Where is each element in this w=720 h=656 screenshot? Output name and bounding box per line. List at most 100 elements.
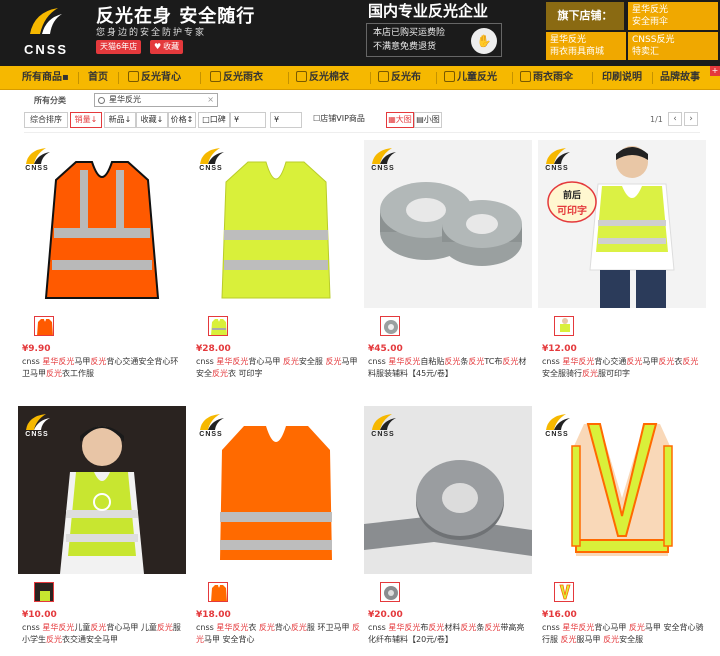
title-highlight: 反光 <box>682 357 699 366</box>
product-thumbnail[interactable] <box>554 582 574 602</box>
product-title[interactable]: cnss 星华反光马甲反光背心交通安全背心环卫马甲反光衣工作服 <box>22 356 186 380</box>
title-highlight: 反光 <box>282 357 299 366</box>
store-link-raincoat[interactable]: 星华反光 雨衣雨具商城 <box>546 32 626 60</box>
coat-icon <box>296 70 307 82</box>
nav-rain-umbrella[interactable]: 雨衣雨伞 <box>520 66 573 90</box>
product-title[interactable]: cnss 星华反光衣 反光背心反光服 环卫马甲 反光马甲 安全背心 <box>196 622 360 646</box>
sort-rating-button[interactable]: □口碑 <box>198 112 230 128</box>
category-nav: 所有商品▪ 首页 反光背心 反光雨衣 反光棉衣 反光布 儿童反光 雨衣雨伞 印刷… <box>0 66 720 90</box>
product-thumbnail[interactable] <box>208 582 228 602</box>
nav-print-guide[interactable]: 印刷说明 <box>602 66 642 90</box>
store-line: 星华反光 <box>550 35 587 45</box>
product-image[interactable]: CNSS <box>18 140 186 308</box>
vip-label: 店铺VIP商品 <box>320 114 365 123</box>
heart-icon: ♥ <box>154 42 162 51</box>
sort-favorites-button[interactable]: 收藏↓ <box>136 112 168 128</box>
product-thumbnail[interactable] <box>380 582 400 602</box>
category-label: 所有分类 <box>34 96 66 105</box>
product-card[interactable]: CNSS ¥20.00 cnss 星华反光布反光材料反光条反光带高亮化纤布辅料【… <box>364 406 532 656</box>
product-card[interactable]: CNSS ¥18.00 cnss 星华反光衣 反光背心反光服 环卫马甲 反光马甲… <box>192 406 360 656</box>
title-highlight: 反光 <box>46 369 62 378</box>
product-image[interactable]: CNSS <box>18 406 186 574</box>
product-image[interactable]: CNSS 前后 可印字 <box>538 140 706 308</box>
product-card[interactable]: CNSS ¥45.00 cnss 星华反光自粘贴反光条反光TC布反光材料服装辅料… <box>364 140 532 390</box>
product-title[interactable]: cnss 星华反光背心马甲 反光安全服 反光马甲 安全反光衣 可印字 <box>196 356 360 380</box>
product-title[interactable]: cnss 星华反光布反光材料反光条反光带高亮化纤布辅料【20元/卷】 <box>368 622 532 646</box>
product-card[interactable]: CNSS ¥28.00 cnss 星华反光背心马甲 反光安全服 反光马甲 安全反… <box>192 140 360 390</box>
sort-default-button[interactable]: 综合排序 <box>24 112 68 128</box>
product-price: ¥45.00 <box>368 344 403 354</box>
nav-cotton-coat[interactable]: 反光棉衣 <box>296 66 349 90</box>
nav-divider <box>288 72 289 84</box>
title-text: TC布 <box>484 357 503 366</box>
nav-all-products[interactable]: 所有商品▪ <box>22 66 69 90</box>
nav-fabric[interactable]: 反光布 <box>378 66 421 90</box>
nav-home[interactable]: 首页 <box>88 66 108 90</box>
small-view-button[interactable]: ▤小图 <box>414 112 442 128</box>
shop-header: CNSS 反光在身 安全随行 您身边的安全防护专家 天猫6年店 ♥ 收藏 国内专业… <box>0 0 720 66</box>
product-thumbnail[interactable] <box>380 316 400 336</box>
product-price: ¥10.00 <box>22 610 57 620</box>
product-thumbnail[interactable] <box>34 582 54 602</box>
shop-subslogan: 您身边的安全防护专家 <box>96 28 207 38</box>
nav-kids[interactable]: 儿童反光 <box>444 66 497 90</box>
prev-page-button[interactable]: ‹ <box>668 112 682 126</box>
close-icon[interactable]: × <box>207 94 214 106</box>
title-highlight: 反光 <box>428 623 445 632</box>
title-highlight: 反光 <box>156 623 173 632</box>
raincoat-icon <box>210 70 221 82</box>
nav-raincoat[interactable]: 反光雨衣 <box>210 66 263 90</box>
product-image[interactable]: CNSS <box>192 140 360 308</box>
product-thumbnail[interactable] <box>554 316 574 336</box>
big-view-button[interactable]: ▦大图 <box>386 112 414 128</box>
shop-logo[interactable]: CNSS <box>16 4 76 60</box>
title-text: 衣 可印字 <box>228 369 263 378</box>
store-link-umbrella[interactable]: 星华反光 安全雨伞 <box>628 2 718 30</box>
category-tag[interactable]: 星华反光 × <box>94 93 218 107</box>
product-thumbnail[interactable] <box>208 316 228 336</box>
product-title[interactable]: cnss 星华反光自粘贴反光条反光TC布反光材料服装辅料【45元/卷】 <box>368 356 532 380</box>
sister-stores: 旗下店铺： 星华反光 安全雨伞 星华反光 雨衣雨具商城 CNSS反光 特卖汇 <box>546 2 720 62</box>
child-vest-image <box>60 426 144 574</box>
product-image[interactable]: CNSS <box>538 406 706 574</box>
product-image[interactable]: CNSS <box>364 406 532 574</box>
plus-icon[interactable]: + <box>710 66 720 76</box>
sort-sales-label: 销量 <box>74 115 91 124</box>
favorite-button[interactable]: ♥ 收藏 <box>150 40 184 54</box>
price-min-input[interactable]: ¥ <box>230 112 266 128</box>
product-card[interactable]: CNSS ¥10.00 cnss 星华反光儿童反光背心马甲 儿童反光服 小学生反… <box>18 406 186 656</box>
title-text: cnss <box>368 357 389 366</box>
product-title[interactable]: cnss 星华反光背心交通反光马甲反光衣反光安全服骑行反光服可印字 <box>542 356 706 380</box>
title-text: 背心 <box>274 623 291 632</box>
mesh-vest-image <box>571 423 673 556</box>
nav-brand-story[interactable]: 品牌故事 <box>660 66 700 90</box>
nav-label: 儿童反光 <box>457 72 497 83</box>
title-highlight: 反光 <box>444 357 461 366</box>
shield-hand-icon: ✋ <box>471 28 497 54</box>
product-image[interactable]: CNSS <box>192 406 360 574</box>
product-card[interactable]: CNSS 前后 可印字 ¥12.00 cnss 星华反光背心交通反光马甲反光衣反… <box>538 140 706 390</box>
product-title[interactable]: cnss 星华反光背心马甲 反光马甲 安全背心骑行服 反光服马甲 反光安全服 <box>542 622 706 646</box>
nav-label: 反光雨衣 <box>223 72 263 83</box>
sort-new-button[interactable]: 新品↓ <box>104 112 136 128</box>
store-link-sale[interactable]: CNSS反光 特卖汇 <box>628 32 718 60</box>
sort-sales-button[interactable]: 销量↓ <box>70 112 102 128</box>
title-highlight: 反光 <box>290 623 307 632</box>
product-card[interactable]: CNSS ¥9.90 cnss 星华反光马甲反光背心交通安全背心环卫马甲反光衣工… <box>18 140 186 390</box>
title-text: 自粘贴 <box>420 357 445 366</box>
vip-filter[interactable]: ☐店铺VIP商品 <box>308 112 370 128</box>
nav-vest[interactable]: 反光背心 <box>128 66 181 90</box>
title-text: cnss <box>368 623 389 632</box>
title-highlight: 反光 <box>212 369 228 378</box>
sort-price-button[interactable]: 价格↕ <box>168 112 196 128</box>
product-image[interactable]: CNSS <box>364 140 532 308</box>
product-card[interactable]: CNSS ¥16.00 cnss 星华反光背心马甲 反光马甲 安全背心骑行服 反… <box>538 406 706 656</box>
product-thumbnail[interactable] <box>34 316 54 336</box>
title-highlight: 反光 <box>325 357 342 366</box>
next-page-button[interactable]: › <box>684 112 698 126</box>
product-price: ¥16.00 <box>542 610 577 620</box>
product-title[interactable]: cnss 星华反光儿童反光背心马甲 儿童反光服 小学生反光衣交通安全马甲 <box>22 622 186 646</box>
price-max-input[interactable]: ¥ <box>270 112 302 128</box>
arrow-down-icon: ↓ <box>124 115 132 124</box>
title-text: cnss <box>542 357 563 366</box>
